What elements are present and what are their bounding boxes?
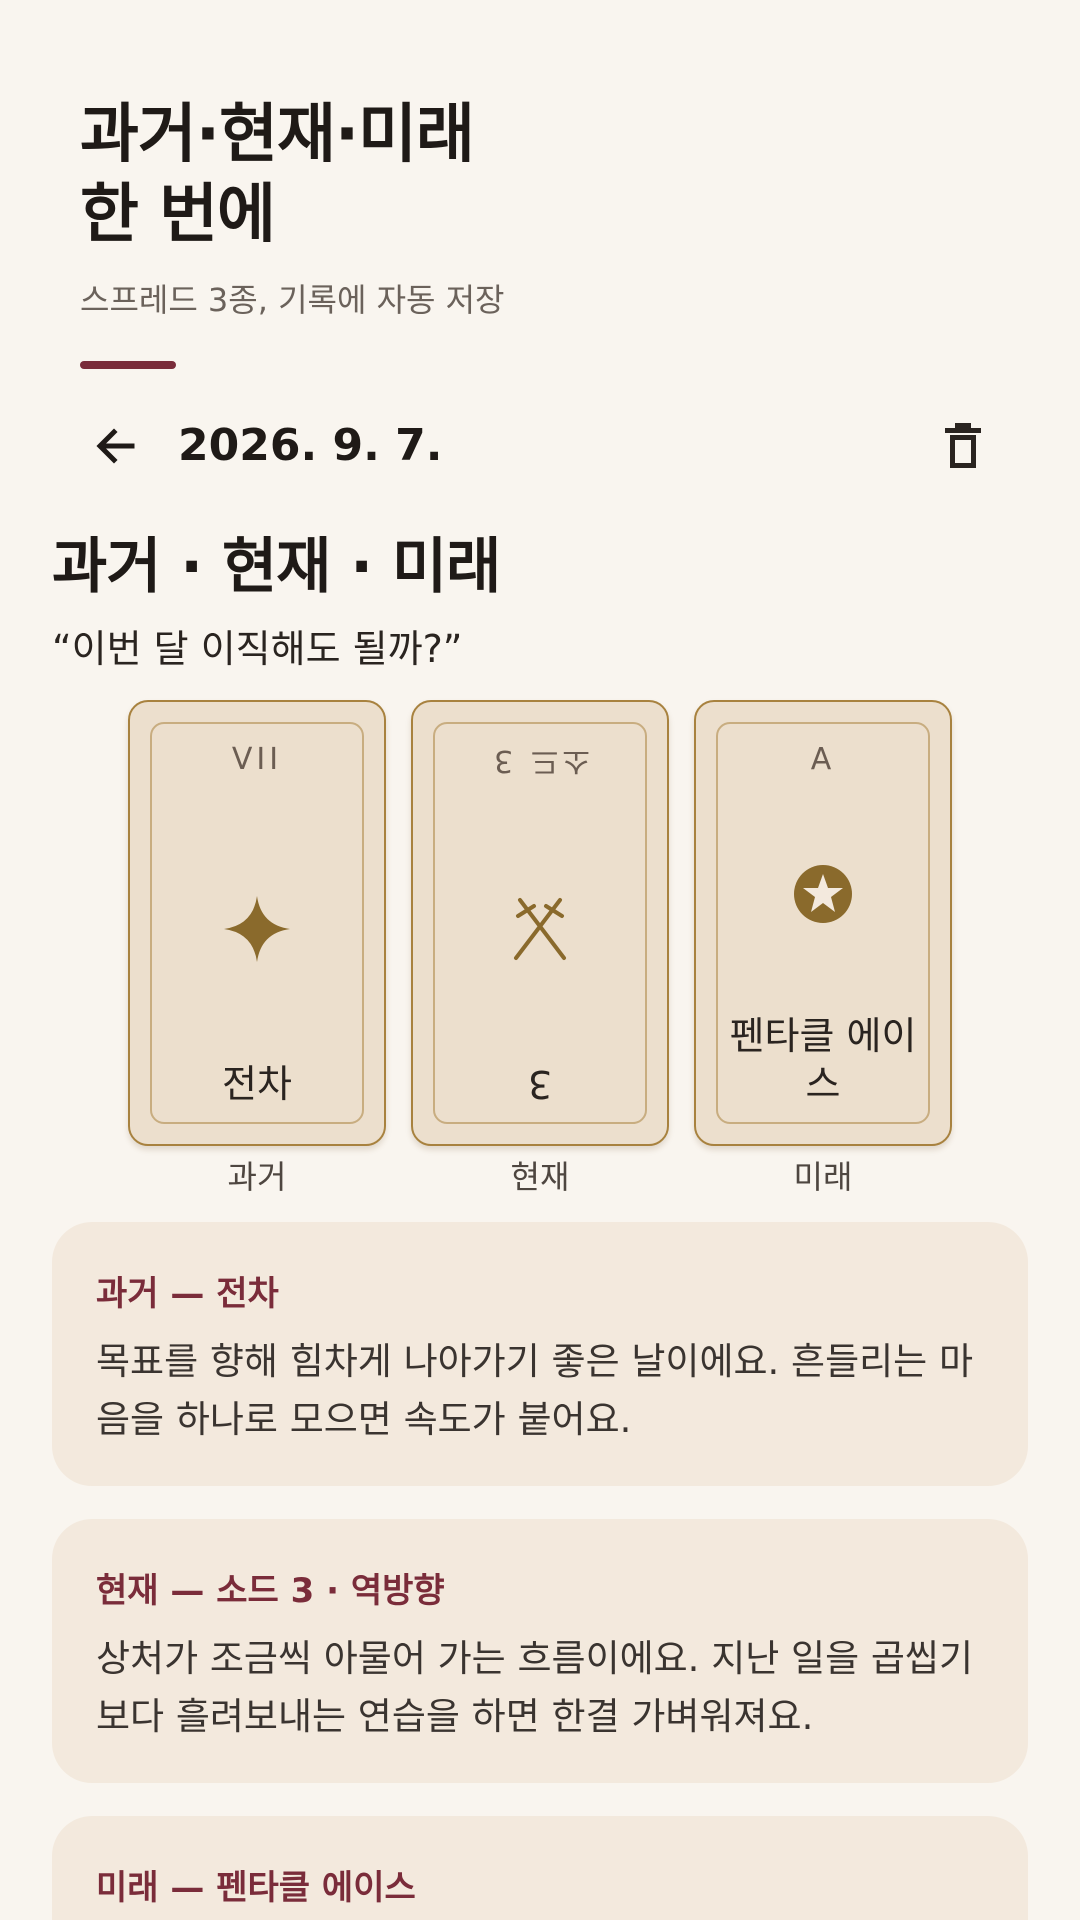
tarot-card[interactable]: 소드 3 3	[411, 700, 669, 1146]
tarot-card[interactable]: VII 전차	[128, 700, 386, 1146]
card-slot-present: 소드 3 3 현재	[411, 700, 669, 1198]
card-name-top: 소드 3	[490, 743, 590, 778]
hero-subtitle: 스프레드 3종, 기록에 자동 저장	[80, 281, 505, 319]
arrow-left-icon	[96, 428, 135, 464]
card-number: A	[810, 742, 836, 777]
reading-body: 목표를 향해 힘차게 나아가기 좋은 날이에요. 흔들리는 마음을 하나로 모으…	[96, 1340, 974, 1441]
hero-section: 과거·현재·미래 한 번에 스프레드 3종, 기록에 자동 저장	[80, 95, 980, 369]
delete-button[interactable]	[935, 418, 991, 474]
reading-date: 2026. 9. 7.	[178, 420, 443, 471]
card-position-label: 과거	[227, 1158, 287, 1196]
reading-card-present: 현재 — 소드 3 · 역방향 상처가 조금씩 아물어 가는 흐름이에요. 지난…	[52, 1519, 1028, 1783]
card-frame: VII 전차	[150, 722, 364, 1124]
reading-title: 과거 — 전차	[96, 1274, 279, 1314]
reading-body: 상처가 조금씩 아물어 가는 흐름이에요. 지난 일을 곱씹기보다 흘려보내는 …	[96, 1637, 974, 1738]
card-slot-past: VII 전차 과거	[128, 700, 386, 1198]
reading-card-future: 미래 — 펜타클 에이스	[52, 1816, 1028, 1920]
crossed-swords-icon	[514, 898, 566, 960]
hero-title: 과거·현재·미래 한 번에	[80, 98, 475, 252]
card-frame: 소드 3 3	[433, 722, 647, 1124]
card-frame: A 펜타클 에이스	[716, 722, 930, 1124]
reading-card-past: 과거 — 전차 목표를 향해 힘차게 나아가기 좋은 날이에요. 흔들리는 마음…	[52, 1222, 1028, 1486]
card-name: 펜타클 에이스	[729, 1014, 917, 1106]
card-slot-future: A 펜타클 에이스 미래	[694, 700, 952, 1198]
pentacle-icon	[794, 865, 852, 923]
card-number: VII	[231, 742, 283, 777]
card-position-label: 미래	[793, 1158, 853, 1196]
accent-divider	[80, 361, 176, 369]
question-text: “이번 달 이직해도 될까?”	[52, 627, 463, 671]
back-button[interactable]	[88, 418, 144, 474]
trash-icon	[945, 423, 981, 468]
reading-title: 미래 — 펜타클 에이스	[96, 1868, 416, 1908]
card-position-label: 현재	[510, 1158, 570, 1196]
card-spread: VII 전차 과거 소드 3 3 현재 A 펜타클 에이스 미래	[128, 700, 952, 1196]
card-number-bottom: 3	[527, 1062, 553, 1106]
tarot-card[interactable]: A 펜타클 에이스	[694, 700, 952, 1146]
top-bar: 2026. 9. 7.	[0, 410, 1080, 480]
card-name: 전차	[222, 1062, 292, 1106]
spread-title: 과거 · 현재 · 미래	[52, 532, 501, 602]
reading-title: 현재 — 소드 3 · 역방향	[96, 1571, 445, 1611]
four-point-star-icon	[224, 896, 290, 962]
